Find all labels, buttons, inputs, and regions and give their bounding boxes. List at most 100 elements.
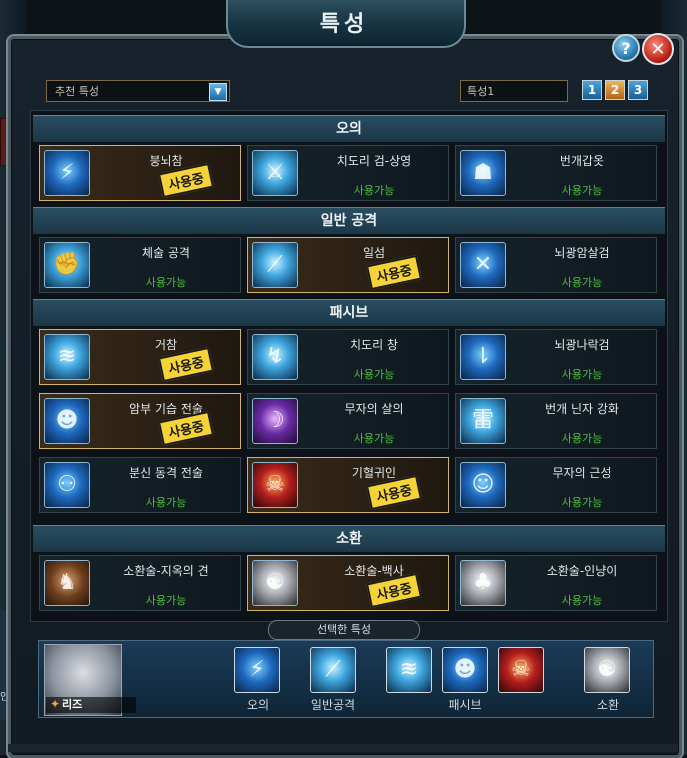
trait-card[interactable]: ⚔ 치도리 검-상영사용가능 [247,145,449,201]
trait-card[interactable]: ♣ 소환술-인냥이 사용가능 [455,555,657,611]
trait-name: 분신 동격 전술 [129,466,203,480]
trait-status: 사용가능 [561,496,603,509]
trait-status: 사용가능 [353,432,395,445]
trait-card[interactable]: ↯ 치도리 창사용가능 [247,329,449,385]
trait-card[interactable]: ☠ 기혈귀인 사용중 [247,457,449,513]
white-snake-icon[interactable]: ☯ [584,647,630,693]
trait-name: 소환술-지옥의 견 [123,564,209,578]
category-header: 패시브 [33,299,665,327]
icon-glyph: ☯ [265,570,285,595]
icon-glyph: ⚡ [59,160,75,185]
heavy-slash-icon: ≋ [44,334,90,380]
trait-card[interactable]: ☯ 소환술-백사 사용중 [247,555,449,611]
flash-slash-icon: ⟋ [252,242,298,288]
trait-name: 번개 닌자 강화 [545,402,619,416]
trait-card[interactable]: ⚇ 분신 동격 전술사용가능 [39,457,241,513]
trait-card[interactable]: ⟋ 일섬 사용중 [247,237,449,293]
trait-name: 무자의 근성 [552,466,612,480]
trait-card[interactable]: ♞ 소환술-지옥의 견 사용가능 [39,555,241,611]
preset-3-button[interactable]: 3 [628,80,648,100]
trait-card[interactable]: ✕ 뇌광암살검사용가능 [455,237,657,293]
icon-glyph: ☗ [473,160,493,185]
icon-glyph: ⟋ [267,252,283,277]
shuriken-icon: ✦ [49,697,61,711]
trait-name: 암부 기습 전술 [129,402,203,416]
trait-name: 체술 공격 [142,246,190,260]
selected-category-label: 오의 [246,698,270,712]
icon-glyph: ♞ [57,570,77,595]
icon-glyph: ≋ [57,344,77,369]
white-snake-icon: ☯ [252,560,298,606]
icon-glyph: ✊ [53,252,81,277]
clone-icon: ⚇ [44,462,90,508]
fist-icon: ✊ [44,242,90,288]
icon-glyph: ⚡ [249,657,265,682]
trait-list: 오의 ⚡ 붕뇌참 사용중 ⚔ 치도리 검-상영 사용가능 ☗ 번개갑옷 사용가능 일반 공격 ✊ 체술 … [30,110,668,622]
lightning-blade-icon[interactable]: ⚡ [234,647,280,693]
preset-1-button[interactable]: 1 [582,80,602,100]
trait-status: 사용가능 [561,368,603,381]
icon-glyph: ♣ [473,570,493,595]
close-button[interactable]: ✕ [642,33,674,65]
trait-card[interactable]: ☻ 암부 기습 전술 사용중 [39,393,241,449]
trait-name: 치도리 창 [350,338,398,352]
heavy-slash-icon[interactable]: ≋ [386,647,432,693]
help-button[interactable]: ? [612,34,640,62]
category-header: 일반 공격 [33,207,665,235]
trait-card[interactable]: ☺ 무자의 근성사용가능 [455,457,657,513]
icon-glyph: ↯ [265,344,285,369]
bottom-strip [8,744,678,752]
flash-slash-icon[interactable]: ⟋ [310,647,356,693]
window-title: 특성 [319,12,369,37]
trait-name: 소환술-백사 [344,564,404,578]
icon-glyph: 雷 [471,408,494,433]
silhouette-icon: ☺ [460,462,506,508]
trait-name: 치도리 검-상영 [336,154,412,168]
trait-card[interactable]: 雷 번개 닌자 강화사용가능 [455,393,657,449]
trait-status: 사용가능 [561,276,603,289]
trait-status: 사용가능 [561,432,603,445]
trait-status: 사용가능 [561,184,603,197]
trait-name: 뇌광암살검 [554,246,610,260]
anbu-ambush-icon: ☻ [44,398,90,444]
trait-card[interactable]: ≋ 거참 사용중 [39,329,241,385]
help-icon: ? [621,38,631,58]
dual-blade-icon: ✕ [460,242,506,288]
trait-name: 거참 [154,338,178,352]
trait-name: 일섬 [362,246,386,260]
preset-select[interactable]: 추천 특성 ▼ [46,80,230,102]
preset-select-value: 추천 특성 [55,85,99,98]
icon-glyph: ☺ [471,472,495,497]
trait-name: 뇌광나락검 [554,338,610,352]
category-header: 소환 [33,525,665,553]
lightning-armor-icon: ☗ [460,150,506,196]
icon-glyph: ☽ [265,408,285,433]
trait-card[interactable]: ✊ 체술 공격 사용가능 [39,237,241,293]
trait-name: 붕뇌참 [149,154,183,168]
trait-card[interactable]: ☗ 번개갑옷 사용가능 [455,145,657,201]
icon-glyph: ☻ [453,657,477,682]
icon-glyph: ≋ [399,657,419,682]
selected-traits-label: 선택한 특성 [268,620,420,640]
preset-2-button[interactable]: 2 [605,80,625,100]
chidori-spear-icon: ↯ [252,334,298,380]
icon-glyph: ☠ [511,657,531,682]
icon-glyph: ✕ [473,252,493,277]
lightning-blade-icon: ⚡ [44,150,90,196]
anbu-ambush-icon[interactable]: ☻ [442,647,488,693]
icon-glyph: ⚇ [57,472,77,497]
chevron-down-icon[interactable]: ▼ [209,83,227,101]
demon-face-icon[interactable]: ☠ [498,647,544,693]
trait-card[interactable]: ⇂ 뇌광나락검 사용가능 [455,329,657,385]
trait-card[interactable]: ⚡ 붕뇌참 사용중 [39,145,241,201]
chidori-sword-icon: ⚔ [252,150,298,196]
trait-status: 사용가능 [145,496,187,509]
trait-status: 사용가능 [353,368,395,381]
preset-name-field[interactable]: 특성1 [460,80,568,102]
selected-category-label: 일반공격 [310,698,356,712]
selected-category-label: 소환 [596,698,620,712]
category-header: 오의 [33,115,665,143]
trait-status: 사용가능 [353,184,395,197]
trait-card[interactable]: ☽ 무자의 살의 사용가능 [247,393,449,449]
icon-glyph: ☠ [265,472,285,497]
